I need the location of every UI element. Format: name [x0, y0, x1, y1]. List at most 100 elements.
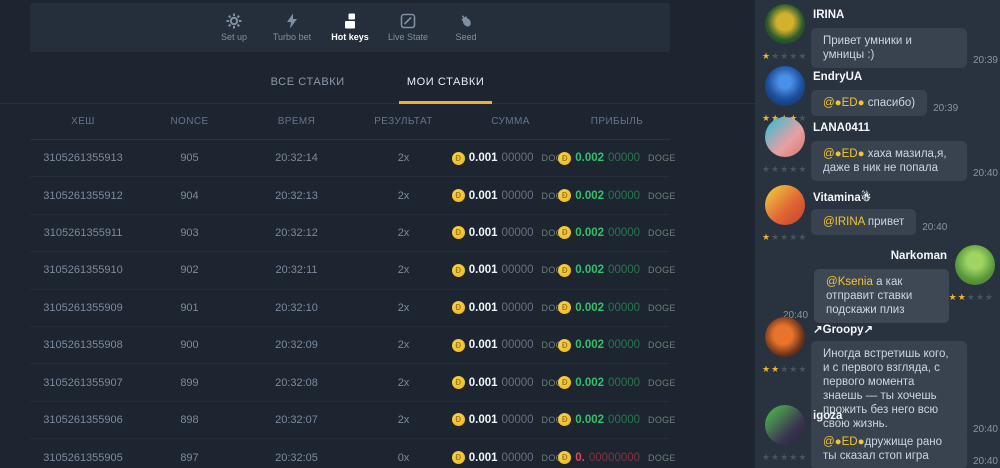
table-header: ХЕШ NONCE ВРЕМЯ РЕЗУЛЬТАТ СУММА ПРИБЫЛЬ	[30, 104, 670, 140]
avatar[interactable]	[765, 185, 805, 225]
live-state-icon	[400, 13, 416, 29]
tab-all-bets[interactable]: ВСЕ СТАВКИ	[263, 68, 353, 104]
avatar[interactable]	[765, 405, 805, 445]
bet-nonce: 903	[136, 227, 243, 239]
mention-link[interactable]: @Ksenia	[826, 276, 873, 288]
currency-label: DOGE	[648, 378, 676, 388]
bet-time: 20:32:09	[243, 339, 350, 351]
doge-coin-icon	[452, 413, 465, 426]
col-result: РЕЗУЛЬТАТ	[350, 116, 457, 127]
chat-text: спасибо)	[865, 97, 916, 109]
bet-time: 20:32:10	[243, 302, 350, 314]
toolbar-label: Hot keys	[331, 32, 369, 42]
bet-result: 2x	[350, 414, 457, 426]
table-row[interactable]: 3105261355906 898 20:32:07 2x 0.00100000…	[30, 402, 670, 439]
toolbar-item-turbo-bet[interactable]: Turbo bet	[263, 13, 321, 42]
avatar[interactable]	[765, 117, 805, 157]
currency-label: DOGE	[648, 453, 676, 463]
chat-username[interactable]: Vitamina☃	[813, 190, 871, 204]
toolbar-item-hot-keys[interactable]: Hot keys	[321, 13, 379, 42]
bet-result: 2x	[350, 227, 457, 239]
currency-label: DOGE	[648, 228, 676, 238]
tab-my-bets[interactable]: МОИ СТАВКИ	[399, 68, 493, 104]
chat-timestamp: 20:40	[973, 456, 998, 467]
table-row[interactable]: 3105261355909 901 20:32:10 2x 0.00100000…	[30, 290, 670, 327]
currency-label: DOGE	[648, 265, 676, 275]
chat-username[interactable]: EndryUA	[813, 71, 862, 83]
col-hash: ХЕШ	[30, 116, 136, 127]
toolbar-label: Live State	[388, 32, 428, 42]
chat-bubble: Привет умники и умницы :)	[811, 28, 967, 68]
avatar[interactable]	[955, 245, 995, 285]
bet-profit: 0.00200000DOGE	[564, 301, 670, 314]
bet-hash: 3105261355912	[30, 190, 136, 202]
bet-amount: 0.00100000DOGE	[457, 189, 564, 202]
bet-amount: 0.00100000DOGE	[457, 451, 564, 464]
col-nonce: NONCE	[136, 116, 243, 127]
avatar[interactable]	[765, 317, 805, 357]
bet-amount: 0.00100000DOGE	[457, 339, 564, 352]
doge-coin-icon	[558, 226, 571, 239]
currency-label: DOGE	[648, 153, 676, 163]
bet-profit: 0.00200000DOGE	[564, 226, 670, 239]
chat-timestamp: 20:40	[973, 168, 998, 179]
bet-time: 20:32:07	[243, 414, 350, 426]
avatar[interactable]	[765, 4, 805, 44]
bet-profit: 0.00200000DOGE	[564, 413, 670, 426]
user-rating-stars: ★★★★★	[949, 292, 994, 303]
chat-username[interactable]: LANA0411	[813, 122, 870, 134]
table-row[interactable]: 3105261355911 903 20:32:12 2x 0.00100000…	[30, 215, 670, 252]
chat-bubble: @IRINA привет	[811, 209, 916, 235]
chat-username[interactable]: IRINA	[813, 9, 844, 21]
table-row[interactable]: 3105261355910 902 20:32:11 2x 0.00100000…	[30, 252, 670, 289]
bet-hash: 3105261355913	[30, 152, 136, 164]
bet-amount: 0.00100000DOGE	[457, 376, 564, 389]
bet-time: 20:32:05	[243, 452, 350, 464]
doge-coin-icon	[558, 264, 571, 277]
bet-profit: 0.00000000DOGE	[564, 451, 670, 464]
bet-result: 2x	[350, 377, 457, 389]
bet-nonce: 901	[136, 302, 243, 314]
chat-timestamp: 20:40	[922, 222, 947, 233]
bet-result: 2x	[350, 152, 457, 164]
table-row[interactable]: 3105261355912 904 20:32:13 2x 0.00100000…	[30, 177, 670, 214]
mention-link[interactable]: @●ED●	[823, 436, 865, 448]
doge-coin-icon	[452, 226, 465, 239]
avatar[interactable]	[765, 66, 805, 106]
bet-nonce: 904	[136, 190, 243, 202]
mention-link[interactable]: @●ED●	[823, 97, 865, 109]
bet-profit: 0.00200000DOGE	[564, 339, 670, 352]
bet-amount: 0.00100000DOGE	[457, 264, 564, 277]
table-row[interactable]: 3105261355907 899 20:32:08 2x 0.00100000…	[30, 364, 670, 401]
mention-link[interactable]: @●ED●	[823, 148, 865, 160]
hotkeys-icon	[342, 13, 358, 29]
table-row[interactable]: 3105261355908 900 20:32:09 2x 0.00100000…	[30, 327, 670, 364]
chat-username[interactable]: Narkoman	[891, 250, 947, 262]
table-row[interactable]: 3105261355913 905 20:32:14 2x 0.00100000…	[30, 140, 670, 177]
game-toolbar: Set up Turbo bet Hot keys	[30, 3, 670, 52]
col-amount: СУММА	[457, 116, 564, 127]
chat-username[interactable]: ↗Groopy↗	[813, 322, 873, 336]
bet-nonce: 902	[136, 264, 243, 276]
doge-coin-icon	[558, 152, 571, 165]
chat-username[interactable]: igoza	[813, 410, 842, 422]
currency-label: DOGE	[648, 303, 676, 313]
bet-amount: 0.00100000DOGE	[457, 301, 564, 314]
table-row[interactable]: 3105261355905 897 20:32:05 0x 0.00100000…	[30, 439, 670, 468]
toolbar-item-live-state[interactable]: Live State	[379, 13, 437, 42]
chat-panel: IRINA ★★★★★ Привет умники и умницы :) 20…	[755, 0, 1000, 468]
gear-icon	[226, 13, 242, 29]
bet-result: 0x	[350, 452, 457, 464]
bets-table: ХЕШ NONCE ВРЕМЯ РЕЗУЛЬТАТ СУММА ПРИБЫЛЬ …	[0, 104, 755, 468]
user-rating-stars: ★★★★★	[762, 232, 807, 243]
mention-link[interactable]: @IRINA	[823, 216, 865, 228]
toolbar-item-seed[interactable]: Seed	[437, 13, 495, 42]
doge-coin-icon	[558, 451, 571, 464]
doge-coin-icon	[558, 189, 571, 202]
toolbar-item-set-up[interactable]: Set up	[205, 13, 263, 42]
bet-hash: 3105261355909	[30, 302, 136, 314]
toolbar-label: Turbo bet	[273, 32, 311, 42]
chat-bubble: @Ksenia а как отправит ставки подскажи п…	[814, 269, 949, 323]
chat-timestamp: 20:39	[973, 55, 998, 66]
chat-bubble: Иногда встретишь кого, и с первого взгля…	[811, 341, 967, 437]
